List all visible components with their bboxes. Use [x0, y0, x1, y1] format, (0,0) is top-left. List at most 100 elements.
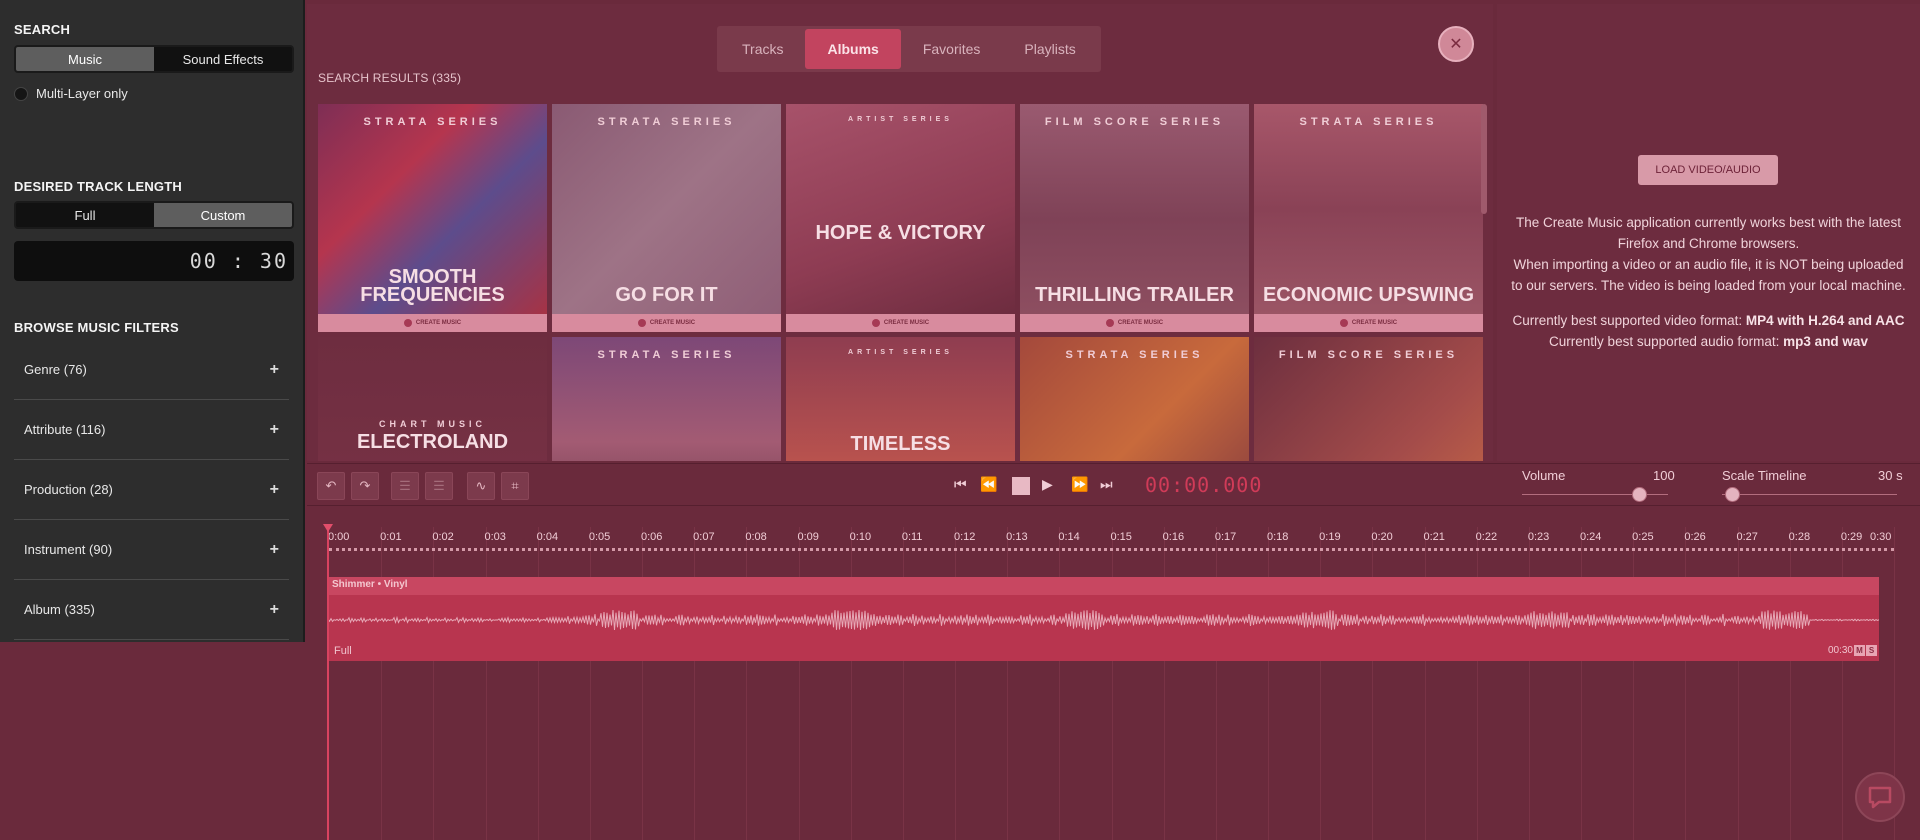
timeline-tick-label: 0:29: [1840, 531, 1863, 543]
timeline-tick-label: 0:30: [1870, 531, 1892, 543]
brand-label: CREATE MUSIC: [649, 320, 696, 326]
remove-list-icon[interactable]: ☰: [425, 472, 453, 500]
multilayer-only-option[interactable]: Multi-Layer only: [14, 86, 128, 101]
timeline-gridline: [537, 527, 539, 840]
plus-icon: +: [269, 600, 279, 618]
audio-format-value: mp3 and wav: [1783, 334, 1868, 349]
undo-icon[interactable]: ↶: [317, 472, 345, 500]
transport-bar: ↶ ↷ ☰ ☰ ∿ ⌗ ⏮ ⏪ ▶ ⏩ ⏭ 00:00.000 Volume 1…: [307, 463, 1920, 506]
filter-instrument[interactable]: Instrument (90) +: [14, 520, 289, 580]
full-length-button[interactable]: Full: [16, 203, 154, 227]
tab-albums[interactable]: Albums: [805, 29, 901, 69]
album-brand: CREATE MUSIC: [552, 314, 781, 332]
timeline-gridline: [955, 527, 956, 840]
album-card[interactable]: STRATA SERIES ECONOMIC UPSWING CREATE MU…: [1254, 104, 1483, 332]
timeline-gridline: [1685, 527, 1687, 840]
album-card[interactable]: STRATA SERIES: [552, 337, 781, 461]
album-card[interactable]: CHART MUSIC ELECTROLAND: [318, 337, 547, 461]
scale-slider-knob[interactable]: [1725, 487, 1740, 502]
playhead[interactable]: [327, 525, 329, 840]
multilayer-label: Multi-Layer only: [36, 86, 128, 101]
timeline-gridline: [1528, 527, 1530, 840]
crop-tool-icon[interactable]: ⌗: [501, 472, 529, 500]
timeline-gridline: [1007, 527, 1009, 840]
video-format-line: Currently best supported video format: M…: [1507, 310, 1910, 331]
timeline-gridline: [1268, 527, 1269, 840]
album-card[interactable]: FILM SCORE SERIES: [1254, 337, 1483, 461]
filter-genre[interactable]: Genre (76) +: [14, 340, 289, 400]
album-cover: [552, 104, 781, 314]
album-card[interactable]: FILM SCORE SERIES THRILLING TRAILER CREA…: [1020, 104, 1249, 332]
filter-production[interactable]: Production (28) +: [14, 460, 289, 520]
audio-track[interactable]: Shimmer • Vinyl Full 00:30 M S: [328, 577, 1879, 661]
tab-favorites[interactable]: Favorites: [901, 29, 1003, 69]
timeline-tick-label: 0:24: [1580, 531, 1602, 543]
filter-attribute[interactable]: Attribute (116) +: [14, 400, 289, 460]
timeline-tick-label: 0:03: [484, 531, 506, 543]
scale-slider-track[interactable]: [1722, 494, 1897, 495]
album-card[interactable]: ARTIST SERIES HOPE & VICTORY CREATE MUSI…: [786, 104, 1015, 332]
redo-icon[interactable]: ↷: [351, 472, 379, 500]
timeline-tick-label: 0:17: [1214, 531, 1237, 543]
track-duration: 00:30: [1827, 645, 1853, 656]
scale-timeline-label: Scale Timeline: [1722, 468, 1807, 483]
tab-tracks[interactable]: Tracks: [720, 29, 805, 69]
add-list-icon[interactable]: ☰: [391, 472, 419, 500]
rewind-icon[interactable]: ⏪: [980, 476, 997, 493]
playback-clock: 00:00.000: [1145, 473, 1263, 497]
filter-album[interactable]: Album (335) +: [14, 580, 289, 640]
timeline-tick-label: 0:06: [641, 531, 663, 543]
track-length-time-input[interactable]: 00 : 30: [14, 241, 294, 281]
chat-bubble-icon: [1868, 786, 1892, 809]
track-waveform: [328, 609, 1879, 630]
skip-to-start-icon[interactable]: ⏮: [954, 476, 967, 493]
multilayer-radio[interactable]: [14, 86, 28, 101]
timeline-ruler[interactable]: 0:00 0:01 0:02 0:03 0:04 0:05 0:06 0:07 0:08 0:09…: [307, 531, 1920, 561]
album-card[interactable]: STRATA SERIES: [1020, 337, 1249, 461]
album-card[interactable]: ARTIST SERIES TIMELESS: [786, 337, 1015, 461]
stop-icon[interactable]: [1012, 477, 1030, 495]
mute-button[interactable]: M: [1854, 645, 1865, 656]
timeline-gridline: [1163, 527, 1165, 840]
playhead-marker-icon[interactable]: [323, 524, 333, 532]
timeline-tick-label: 0:27: [1736, 531, 1758, 543]
album-series: STRATA SERIES: [1065, 349, 1204, 361]
album-series: ARTIST SERIES: [848, 349, 953, 356]
timeline-dotted-line: [329, 548, 1894, 551]
brand-logo-icon: [403, 319, 412, 327]
skip-to-end-icon[interactable]: ⏭: [1100, 476, 1113, 493]
album-card[interactable]: STRATA SERIES SMOOTH FREQUENCIES CREATE …: [318, 104, 547, 332]
album-series: STRATA SERIES: [1299, 116, 1438, 128]
play-icon[interactable]: ▶: [1042, 476, 1053, 493]
tab-playlists[interactable]: Playlists: [1002, 29, 1097, 69]
timeline-gridline: [589, 527, 591, 840]
sound-effects-mode-button[interactable]: Sound Effects: [154, 47, 292, 71]
music-mode-button[interactable]: Music: [16, 47, 154, 71]
filters-list: Genre (76) + Attribute (116) + Production …: [14, 340, 289, 640]
album-card[interactable]: STRATA SERIES GO FOR IT CREATE MUSIC: [552, 104, 781, 332]
timeline-tick-label: 0:20: [1371, 531, 1393, 543]
brand-label: CREATE MUSIC: [1117, 320, 1164, 326]
search-mode-toggle: Music Sound Effects: [14, 45, 294, 73]
chat-support-button[interactable]: [1855, 772, 1905, 822]
timeline-gridline: [902, 527, 904, 840]
volume-label: Volume: [1522, 468, 1566, 483]
volume-slider-knob[interactable]: [1632, 487, 1647, 502]
album-cover: [786, 104, 1015, 314]
album-cover: [1254, 104, 1483, 314]
timeline-tick-label: 0:15: [1110, 531, 1132, 543]
video-format-prefix: Currently best supported video format:: [1512, 313, 1746, 328]
timeline-tick-label: 0:19: [1319, 531, 1341, 543]
album-series: CHART MUSIC: [379, 419, 486, 429]
fast-forward-icon[interactable]: ⏩: [1071, 476, 1088, 493]
timeline-tick-label: 0:07: [693, 531, 715, 543]
custom-length-button[interactable]: Custom: [154, 203, 292, 227]
close-icon[interactable]: ✕: [1438, 26, 1474, 62]
brand-logo-icon: [1105, 319, 1114, 327]
solo-button[interactable]: S: [1866, 645, 1877, 656]
results-scrollbar[interactable]: [1481, 104, 1487, 214]
load-video-audio-button[interactable]: LOAD VIDEO/AUDIO: [1638, 155, 1778, 185]
filter-label: Album (335): [24, 602, 95, 617]
waveform-tool-icon[interactable]: ∿: [467, 472, 495, 500]
timeline-tick-label: 0:05: [588, 531, 611, 543]
